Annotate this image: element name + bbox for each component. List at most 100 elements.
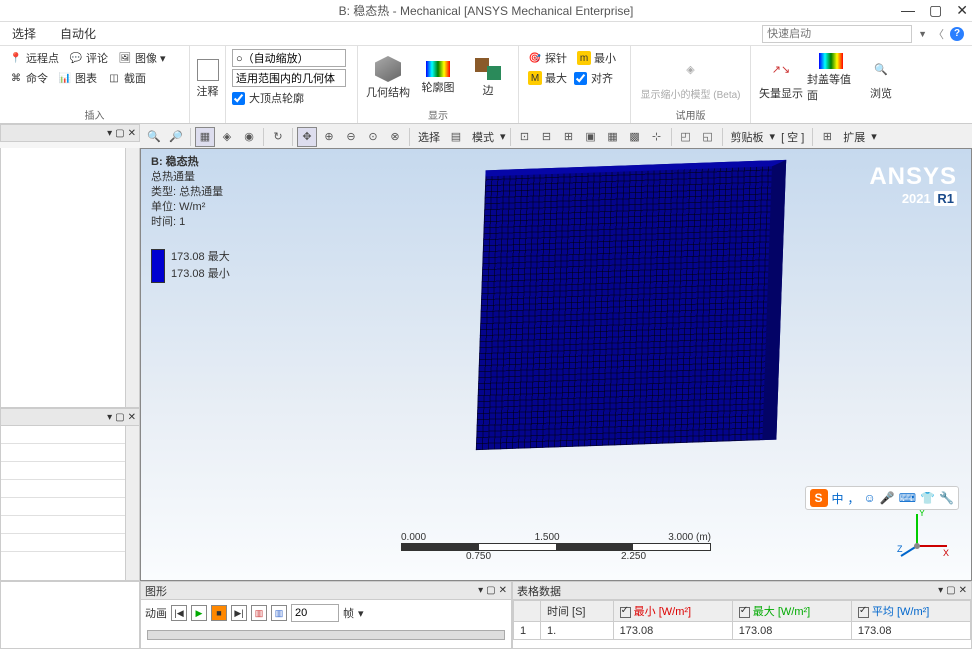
float-icon[interactable]: ▢ <box>486 585 495 596</box>
capped-iso-button[interactable]: 封盖等值面 <box>807 48 855 108</box>
contour-button[interactable]: 轮廓图 <box>414 48 462 108</box>
zoom-fit-tool[interactable]: ⊕ <box>319 127 339 147</box>
close-panel-icon[interactable]: ✕ <box>959 585 967 596</box>
ime-skin-icon[interactable]: 👕 <box>920 491 935 505</box>
play-button[interactable]: ▶ <box>191 605 207 621</box>
col-time[interactable]: 时间 [S] <box>540 601 613 622</box>
dist-mode1-button[interactable]: ▥ <box>251 605 267 621</box>
help-icon[interactable]: ? <box>950 27 964 41</box>
float-icon[interactable]: ▢ <box>946 585 955 596</box>
float-icon[interactable]: ▢ <box>115 412 124 423</box>
ime-lang[interactable]: 中 <box>832 490 844 507</box>
pin-icon[interactable]: ▾ <box>938 585 943 596</box>
min-button[interactable]: m最小 <box>574 49 619 67</box>
command-button[interactable]: ⌘命令 <box>6 69 51 87</box>
clip2-tool[interactable]: ◱ <box>698 127 718 147</box>
iso-tool[interactable]: ◉ <box>239 127 259 147</box>
menubar: 选择 自动化 ▼ 〈 ? <box>0 22 972 46</box>
last-frame-button[interactable]: ▶| <box>231 605 247 621</box>
maximize-icon[interactable]: ▢ <box>929 2 942 19</box>
animation-timeline[interactable] <box>147 630 505 640</box>
details-row[interactable] <box>1 498 125 516</box>
col-index[interactable] <box>514 601 541 622</box>
edge-button[interactable]: 边 <box>464 48 512 108</box>
close-panel-icon[interactable]: ✕ <box>499 585 507 596</box>
minimize-icon[interactable]: — <box>901 2 915 19</box>
select-mode-tool[interactable]: ▤ <box>446 127 466 147</box>
coord-tool[interactable]: ⊹ <box>647 127 667 147</box>
pin-icon[interactable]: ▾ <box>478 585 483 596</box>
details-row[interactable] <box>1 444 125 462</box>
comment-button[interactable]: 💬评论 <box>66 49 111 67</box>
section-button[interactable]: ◫截面 <box>104 69 149 87</box>
pin-icon[interactable]: ▾ <box>107 128 112 139</box>
body-sel-tool[interactable]: ▣ <box>581 127 601 147</box>
zoom-box-tool[interactable]: ⊖ <box>341 127 361 147</box>
menu-select[interactable]: 选择 <box>8 23 40 44</box>
image-button[interactable]: 🖼图像▾ <box>115 49 169 67</box>
vertex-checkbox[interactable] <box>232 92 245 105</box>
col-max[interactable]: 最大 [W/m²] <box>732 601 851 622</box>
model-mesh <box>476 160 786 450</box>
graphics-viewport[interactable]: B: 稳态热 总热通量 类型: 总热通量 单位: W/m² 时间: 1 173.… <box>140 148 972 581</box>
scale-mode-dropdown[interactable] <box>232 49 346 67</box>
close-icon[interactable]: ✕ <box>956 2 968 19</box>
close-panel-icon[interactable]: ✕ <box>128 412 136 423</box>
menu-automation[interactable]: 自动化 <box>56 23 100 44</box>
dist-mode2-button[interactable]: ▥ <box>271 605 287 621</box>
align-checkbox[interactable] <box>574 72 587 85</box>
details-row[interactable] <box>1 426 125 444</box>
geometry-button[interactable]: 几何结构 <box>364 48 412 108</box>
quick-launch-input[interactable] <box>762 25 912 43</box>
browse-button[interactable]: 🔍浏览 <box>857 48 905 108</box>
clip1-tool[interactable]: ◰ <box>676 127 696 147</box>
ime-toolbar[interactable]: S 中 ， ☺ 🎤 ⌨ 👕 🔧 <box>805 486 959 510</box>
expand-tool[interactable]: ⊞ <box>817 127 837 147</box>
ime-punc[interactable]: ， <box>848 490 860 507</box>
scaled-model-button[interactable]: ◈ 显示缩小的模型 (Beta) <box>636 48 746 108</box>
zoom-tool[interactable]: 🔍 <box>144 127 164 147</box>
col-min[interactable]: 最小 [W/m²] <box>613 601 732 622</box>
zoom-in-tool[interactable]: ⊙ <box>363 127 383 147</box>
outline-scrollbar[interactable] <box>125 148 139 407</box>
scope-dropdown[interactable] <box>232 69 346 87</box>
table-row[interactable]: 1 1. 173.08 173.08 173.08 <box>514 622 971 640</box>
shade-tool[interactable]: ▦ <box>195 127 215 147</box>
first-frame-button[interactable]: |◀ <box>171 605 187 621</box>
col-avg[interactable]: 平均 [W/m²] <box>851 601 970 622</box>
zoom-out-tool[interactable]: 🔎 <box>166 127 186 147</box>
pin-icon[interactable]: ▾ <box>107 412 112 423</box>
face-sel-tool[interactable]: ⊞ <box>559 127 579 147</box>
max-button[interactable]: M最大 <box>525 69 570 87</box>
details-row[interactable] <box>1 516 125 534</box>
vert-sel-tool[interactable]: ⊡ <box>515 127 535 147</box>
annotation-button[interactable]: 注释 <box>184 49 232 109</box>
details-row[interactable] <box>1 462 125 480</box>
chart-button[interactable]: 📊图表 <box>55 69 100 87</box>
edge-sel-tool[interactable]: ⊟ <box>537 127 557 147</box>
vector-display-button[interactable]: ↗↘矢量显示 <box>757 48 805 108</box>
remote-point-button[interactable]: 📍远程点 <box>6 49 62 67</box>
probe-button[interactable]: 🎯探针 <box>525 49 570 67</box>
details-row[interactable] <box>1 534 125 552</box>
float-icon[interactable]: ▢ <box>115 128 124 139</box>
node-sel-tool[interactable]: ▦ <box>603 127 623 147</box>
zoom-reset-tool[interactable]: ⊗ <box>385 127 405 147</box>
details-row[interactable] <box>1 480 125 498</box>
axis-triad[interactable]: Y X Z <box>897 506 951 560</box>
wire-tool[interactable]: ◈ <box>217 127 237 147</box>
ime-emoji-icon[interactable]: ☺ <box>864 491 876 505</box>
stop-button[interactable]: ■ <box>211 605 227 621</box>
ime-mic-icon[interactable]: 🎤 <box>880 491 895 505</box>
pan-tool[interactable]: ✥ <box>297 127 317 147</box>
sogou-icon[interactable]: S <box>810 489 828 507</box>
dropdown-icon[interactable]: ▼ <box>918 29 927 39</box>
ime-tool-icon[interactable]: 🔧 <box>939 491 954 505</box>
details-scrollbar[interactable] <box>125 426 139 580</box>
elem-sel-tool[interactable]: ▩ <box>625 127 645 147</box>
caret-icon[interactable]: 〈 <box>933 26 944 42</box>
ime-keyboard-icon[interactable]: ⌨ <box>899 491 916 505</box>
rotate-tool[interactable]: ↻ <box>268 127 288 147</box>
close-panel-icon[interactable]: ✕ <box>128 128 136 139</box>
graphics-toolbar: 🔍 🔎 ▦ ◈ ◉ ↻ ✥ ⊕ ⊖ ⊙ ⊗ 选择 ▤ 模式▾ ⊡ ⊟ ⊞ ▣ ▦… <box>140 124 972 150</box>
